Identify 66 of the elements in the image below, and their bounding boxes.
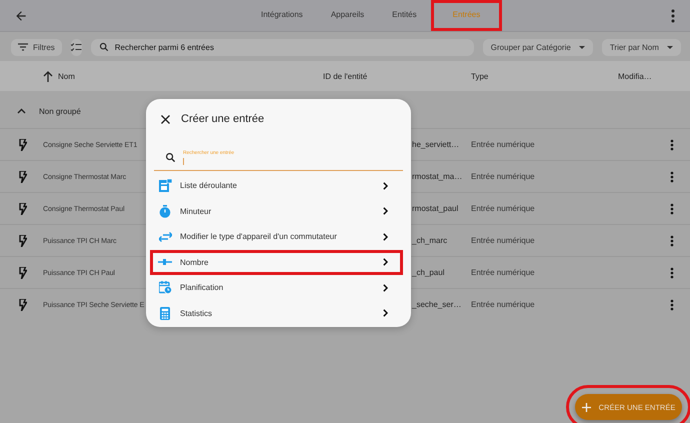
more-icon[interactable] <box>670 138 674 150</box>
lightning-icon <box>18 298 26 310</box>
slider-icon <box>158 259 172 266</box>
more-icon[interactable] <box>671 8 675 22</box>
dialog-title: Créer une entrée <box>181 113 264 125</box>
table-cell: Entrée numérique <box>471 172 535 181</box>
table-cell: Entrée numérique <box>471 300 535 309</box>
table-cell: Entrée numérique <box>471 236 535 245</box>
tab[interactable]: Entités <box>378 0 431 31</box>
menu-item[interactable]: Modifier le type d'appareil d'un commutateur <box>150 224 403 250</box>
table-cell: Entrée numérique <box>471 140 535 149</box>
chevron-right-icon <box>383 232 388 241</box>
more-icon[interactable] <box>670 266 674 278</box>
lightning-icon <box>18 170 26 182</box>
close-icon[interactable] <box>161 114 170 124</box>
chevron-icon[interactable] <box>17 108 26 114</box>
column-header[interactable]: Type <box>471 72 488 80</box>
table-cell: _ch_paul <box>412 268 444 277</box>
filters-button[interactable]: Filtres <box>11 38 62 56</box>
table-cell: rmostat_ma… <box>412 172 462 181</box>
lightning-icon <box>18 138 26 150</box>
sort-ascending-icon[interactable] <box>43 70 53 82</box>
swap-arrows-icon <box>158 232 172 242</box>
table-cell: Entrée numérique <box>471 204 535 213</box>
more-icon[interactable] <box>670 170 674 182</box>
tab[interactable]: Intégrations <box>247 0 317 31</box>
chevron-right-icon <box>383 309 388 318</box>
chevron-right-icon <box>383 284 388 292</box>
chevron-right-icon <box>383 258 388 266</box>
table-cell: _ch_marc <box>412 236 448 245</box>
search-icon <box>165 152 176 162</box>
plus-icon <box>582 402 591 412</box>
lightning-icon <box>18 234 26 246</box>
lightning-icon <box>18 202 26 214</box>
search-field[interactable]: Rechercher parmi 6 entrées <box>90 38 474 56</box>
more-icon[interactable] <box>670 234 674 246</box>
column-header[interactable]: ID de l'entité <box>323 72 368 80</box>
table-cell: Entrée numérique <box>471 268 535 277</box>
more-icon[interactable] <box>670 202 674 214</box>
checklist-icon <box>70 42 82 52</box>
menu-item[interactable]: Nombre <box>150 250 403 275</box>
filter-icon <box>18 43 28 51</box>
chevron-right-icon <box>383 207 388 216</box>
selection-mode-button[interactable] <box>70 38 82 56</box>
more-icon[interactable] <box>670 298 674 310</box>
timer-icon <box>159 204 171 218</box>
menu-item[interactable]: Liste déroulante <box>150 173 403 198</box>
menu-item[interactable]: Minuteur <box>150 198 403 224</box>
calendar-clock-icon <box>158 281 172 294</box>
calculator-icon <box>160 306 170 320</box>
table-cell: rmostat_paul <box>412 204 458 213</box>
column-header[interactable]: Modifia… <box>618 72 652 80</box>
column-header[interactable]: Nom <box>58 72 75 80</box>
chevron-right-icon <box>383 182 388 190</box>
group-by-dropdown[interactable]: Grouper par Catégorie <box>482 38 593 56</box>
search-icon <box>98 42 109 52</box>
table-cell: he_serviett… <box>412 140 460 149</box>
list-icon <box>158 179 172 192</box>
table-cell: _seche_ser… <box>412 300 462 309</box>
sort-dropdown[interactable]: Trier par Nom <box>602 38 681 56</box>
back-button[interactable] <box>14 8 28 22</box>
lightning-icon <box>18 266 26 278</box>
tab[interactable]: Appareils <box>316 0 378 31</box>
menu-item[interactable]: Planification <box>150 275 403 300</box>
group-label: Non groupé <box>39 106 81 116</box>
menu-item[interactable]: Statistics <box>150 300 403 326</box>
